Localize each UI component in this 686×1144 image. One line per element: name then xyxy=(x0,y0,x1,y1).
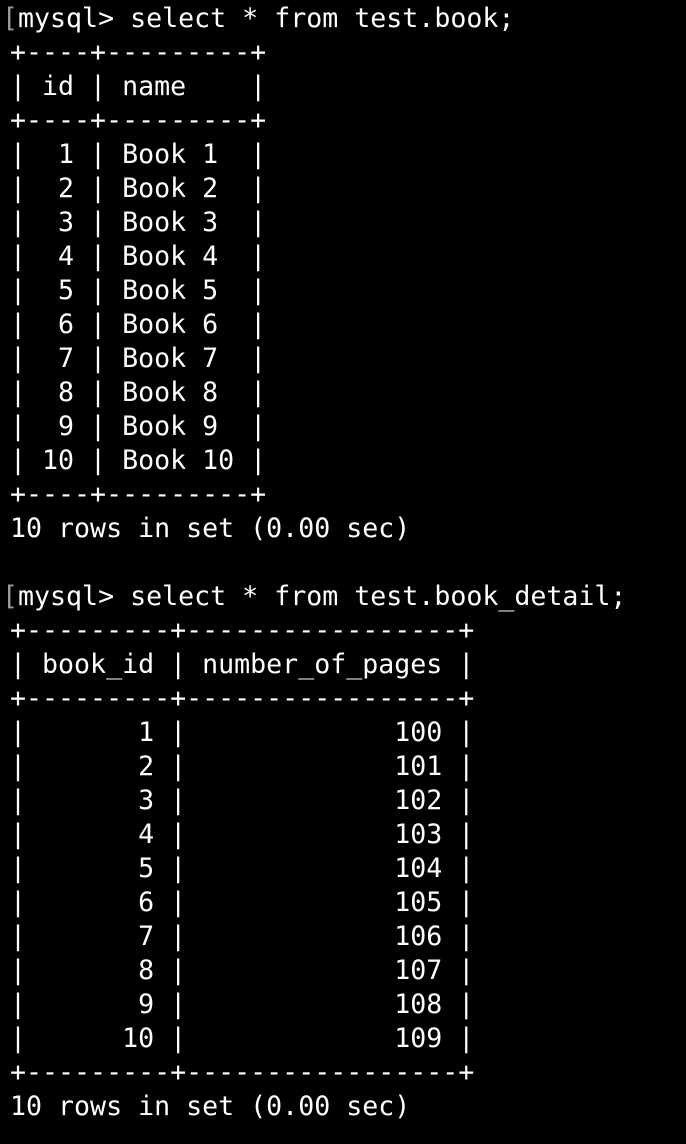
command-line: [mysql> select * from test.book_detail; xyxy=(2,580,686,614)
command-text: select * from test.book_detail; xyxy=(130,581,627,612)
table-row: | 6 | Book 6 | xyxy=(10,309,267,340)
table-border-mid: +---------+-----------------+ xyxy=(10,683,475,714)
table-row: | 3 | 102 | xyxy=(10,785,475,816)
table-row: | 1 | 100 | xyxy=(10,717,475,748)
table-row: | 7 | 106 | xyxy=(10,921,475,952)
table-row: | 4 | Book 4 | xyxy=(10,241,267,272)
table-row: | 5 | Book 5 | xyxy=(10,275,267,306)
table-border-mid: +----+---------+ xyxy=(10,105,267,136)
table-row: | 3 | Book 3 | xyxy=(10,207,267,238)
terminal-window[interactable]: [mysql> select * from test.book; +----+-… xyxy=(0,0,686,1144)
table-row: | 9 | Book 9 | xyxy=(10,411,267,442)
table-border-bottom: +---------+-----------------+ xyxy=(10,1057,475,1088)
result-summary: 10 rows in set (0.00 sec) xyxy=(10,1091,411,1122)
table-row: | 2 | Book 2 | xyxy=(10,173,267,204)
table-header-row: | book_id | number_of_pages | xyxy=(10,649,475,680)
prompt: mysql> xyxy=(18,3,115,34)
prompt: mysql> xyxy=(18,581,115,612)
table-border-top: +---------+-----------------+ xyxy=(10,615,475,646)
table-row: | 1 | Book 1 | xyxy=(10,139,267,170)
table-row: | 5 | 104 | xyxy=(10,853,475,884)
table-row: | 7 | Book 7 | xyxy=(10,343,267,374)
table-row: | 9 | 108 | xyxy=(10,989,475,1020)
table-row: | 6 | 105 | xyxy=(10,887,475,918)
table-row: | 4 | 103 | xyxy=(10,819,475,850)
command-line: [mysql> select * from test.book; xyxy=(2,2,686,36)
table-row: | 2 | 101 | xyxy=(10,751,475,782)
table-border-bottom: +----+---------+ xyxy=(10,479,267,510)
table-row: | 10 | 109 | xyxy=(10,1023,475,1054)
command-text: select * from test.book; xyxy=(130,3,515,34)
table-row: | 8 | Book 8 | xyxy=(10,377,267,408)
table-border-top: +----+---------+ xyxy=(10,37,267,68)
table-header-row: | id | name | xyxy=(10,71,267,102)
table-row: | 8 | 107 | xyxy=(10,955,475,986)
cursor-bracket: [ xyxy=(2,581,19,612)
table-row: | 10 | Book 10 | xyxy=(10,445,267,476)
result-summary: 10 rows in set (0.00 sec) xyxy=(10,513,411,544)
cursor-bracket: [ xyxy=(2,3,19,34)
